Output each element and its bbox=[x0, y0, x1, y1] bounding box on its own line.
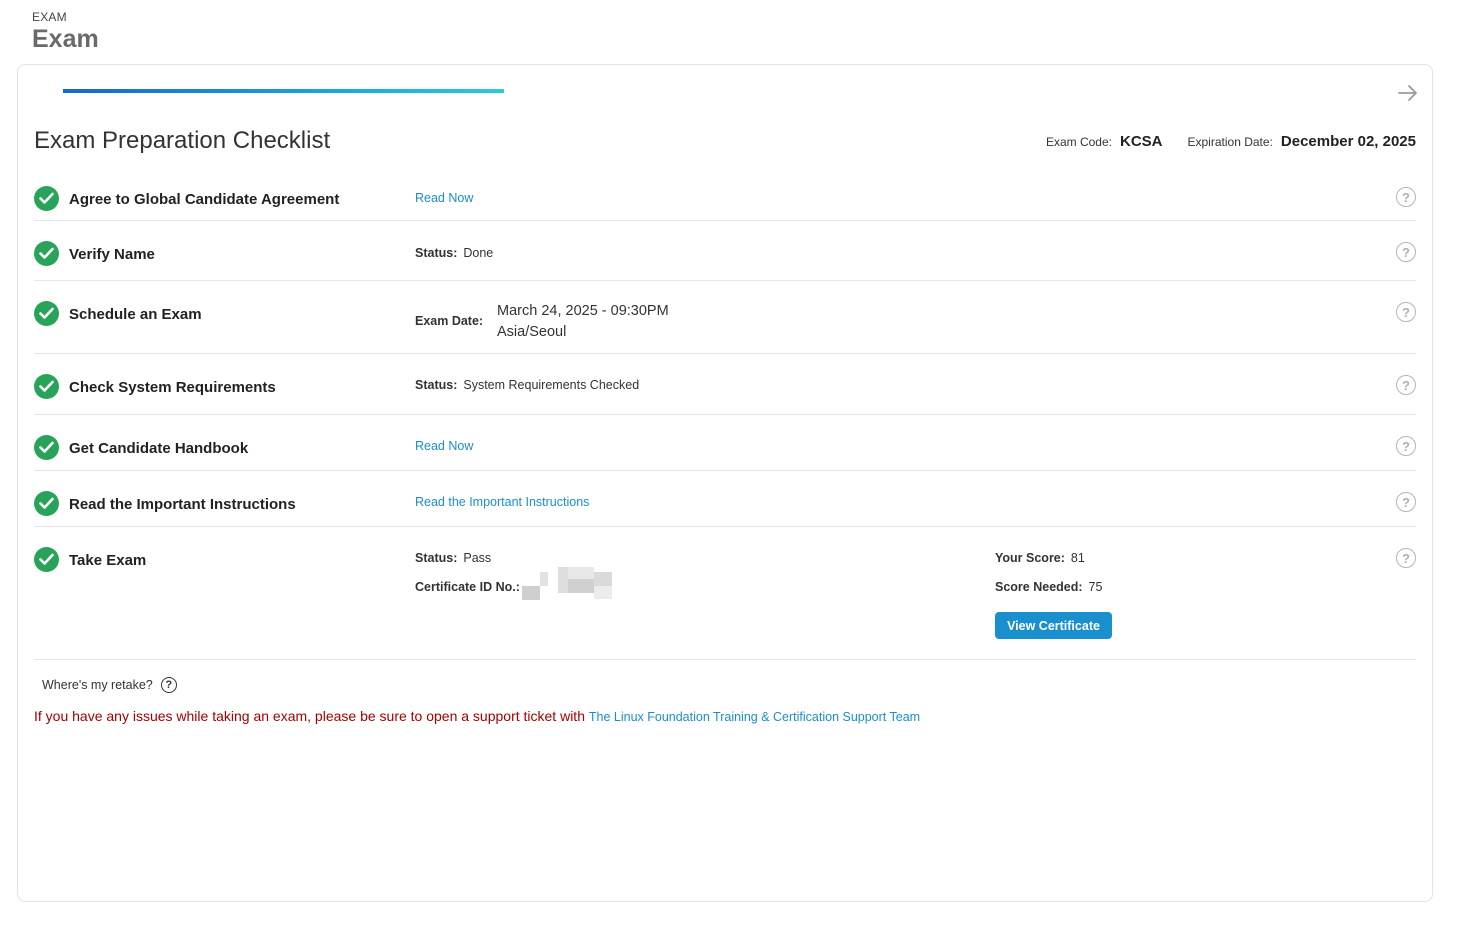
read-handbook-link[interactable]: Read Now bbox=[415, 439, 473, 453]
retake-help: Where's my retake? ? bbox=[42, 677, 177, 693]
view-certificate-button[interactable]: View Certificate bbox=[995, 612, 1112, 639]
status-value: Pass bbox=[463, 551, 492, 565]
arrow-right-icon[interactable] bbox=[1396, 81, 1420, 105]
check-circle-icon bbox=[34, 547, 59, 572]
exam-timezone: Asia/Seoul bbox=[497, 324, 567, 340]
check-circle-icon bbox=[34, 301, 59, 326]
check-circle-icon bbox=[34, 186, 59, 211]
support-notice-text: If you have any issues while taking an e… bbox=[34, 708, 585, 724]
exam-date: March 24, 2025 - 09:30PM bbox=[497, 303, 669, 319]
row-title: Schedule an Exam bbox=[69, 306, 202, 323]
retake-label: Where's my retake? bbox=[42, 678, 153, 692]
progress-fill bbox=[63, 89, 504, 93]
read-instructions-link[interactable]: Read the Important Instructions bbox=[415, 495, 589, 509]
row-title: Take Exam bbox=[69, 552, 147, 569]
page-header: EXAM Exam bbox=[32, 10, 99, 54]
question-circle-icon[interactable]: ? bbox=[1396, 302, 1416, 322]
certificate-id-label: Certificate ID No.: bbox=[415, 580, 520, 594]
checklist-row-instructions: Read the Important Instructions Read the… bbox=[34, 471, 1416, 527]
score-needed-label: Score Needed: bbox=[995, 580, 1083, 594]
progress-bar bbox=[63, 89, 504, 93]
exam-meta: Exam Code: KCSA Expiration Date: Decembe… bbox=[1046, 133, 1416, 150]
exam-card: Exam Preparation Checklist Exam Code: KC… bbox=[17, 64, 1433, 902]
status-label: Status: bbox=[415, 551, 458, 565]
expiration-value: December 02, 2025 bbox=[1280, 133, 1416, 150]
exam-date-value: March 24, 2025 - 09:30PM Asia/Seoul bbox=[497, 301, 669, 343]
status-label: Status: bbox=[415, 378, 458, 392]
checklist-row-system-requirements: Check System Requirements Status: System … bbox=[34, 354, 1416, 415]
support-notice: If you have any issues while taking an e… bbox=[34, 708, 920, 724]
question-circle-icon[interactable]: ? bbox=[1396, 492, 1416, 512]
check-circle-icon bbox=[34, 241, 59, 266]
check-circle-icon bbox=[34, 491, 59, 516]
status-value: Done bbox=[463, 246, 494, 260]
row-title: Get Candidate Handbook bbox=[69, 440, 249, 457]
question-circle-icon[interactable]: ? bbox=[1396, 242, 1416, 262]
score-value: 81 bbox=[1070, 551, 1085, 565]
checklist-row-agreement: Agree to Global Candidate Agreement Read… bbox=[34, 175, 1416, 221]
row-title: Read the Important Instructions bbox=[69, 496, 296, 513]
certificate-id: Certificate ID No.: bbox=[415, 580, 526, 594]
question-circle-icon[interactable]: ? bbox=[1396, 375, 1416, 395]
row-title: Check System Requirements bbox=[69, 379, 276, 396]
question-circle-icon[interactable]: ? bbox=[160, 677, 177, 693]
row-title: Verify Name bbox=[69, 246, 155, 263]
verify-status: Status: Done bbox=[415, 246, 493, 260]
exam-code-label: Exam Code: bbox=[1045, 135, 1112, 149]
checklist-title: Exam Preparation Checklist bbox=[34, 127, 331, 154]
check-circle-icon bbox=[34, 374, 59, 399]
row-title: Agree to Global Candidate Agreement bbox=[69, 191, 340, 208]
system-status: Status: System Requirements Checked bbox=[415, 378, 639, 392]
support-team-link[interactable]: The Linux Foundation Training & Certific… bbox=[589, 710, 920, 724]
question-circle-icon[interactable]: ? bbox=[1396, 436, 1416, 456]
page-title: Exam bbox=[32, 25, 99, 53]
expiration-label: Expiration Date: bbox=[1187, 135, 1273, 149]
status-value: System Requirements Checked bbox=[463, 378, 640, 392]
question-circle-icon[interactable]: ? bbox=[1396, 548, 1416, 568]
your-score: Your Score: 81 bbox=[995, 551, 1085, 565]
checklist: Agree to Global Candidate Agreement Read… bbox=[34, 175, 1416, 660]
checklist-row-verify-name: Verify Name Status: Done ? bbox=[34, 221, 1416, 281]
page-eyebrow: EXAM bbox=[32, 10, 67, 24]
read-agreement-link[interactable]: Read Now bbox=[415, 191, 473, 205]
checklist-row-handbook: Get Candidate Handbook Read Now ? bbox=[34, 415, 1416, 471]
checklist-row-take-exam: Take Exam Status: Pass Certificate ID No.… bbox=[34, 527, 1416, 660]
exam-code-value: KCSA bbox=[1119, 133, 1163, 150]
check-circle-icon bbox=[34, 435, 59, 460]
status-label: Status: bbox=[415, 246, 458, 260]
checklist-row-schedule: Schedule an Exam Exam Date: March 24, 20… bbox=[34, 281, 1416, 354]
question-circle-icon[interactable]: ? bbox=[1396, 187, 1416, 207]
score-label: Your Score: bbox=[995, 551, 1065, 565]
score-needed: Score Needed: 75 bbox=[995, 580, 1102, 594]
exam-date-label: Exam Date: bbox=[415, 314, 484, 328]
score-needed-value: 75 bbox=[1088, 580, 1103, 594]
exam-status: Status: Pass bbox=[415, 551, 491, 565]
